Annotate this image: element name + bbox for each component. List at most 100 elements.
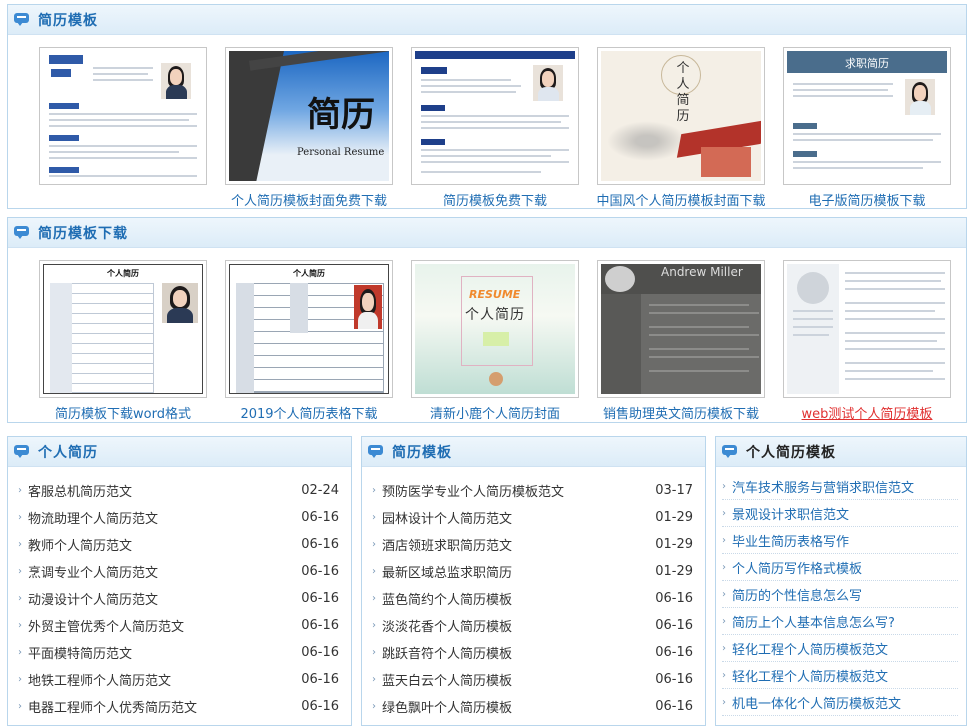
list-item[interactable]: › 轻化工程个人简历模板范文 — [722, 635, 958, 662]
template-thumbnail[interactable]: 简历 Personal Resume — [225, 47, 393, 185]
list-item[interactable]: › 简历的个性信息怎么写 — [722, 581, 958, 608]
template-caption[interactable]: 2019个人简历表格下载 — [216, 403, 402, 422]
list-item[interactable]: › 机电一体化个人简历模板范文 — [722, 689, 958, 716]
list-item[interactable]: › 教师个人简历范文 06-16 — [18, 531, 351, 558]
cover-badge: RESUME — [469, 288, 521, 301]
section-title: 简历模板下载 — [38, 225, 128, 242]
list-item[interactable]: › 毕业生简历表格写作 — [722, 527, 958, 554]
chevron-right-icon: › — [18, 647, 22, 658]
list-panel-personal-resume: 个人简历 › 客服总机简历范文 02-24 › 物流助理个人简历范文 06-16 › 教师… — [7, 436, 352, 726]
list-item[interactable]: › 蓝天白云个人简历模板 06-16 — [372, 666, 705, 693]
chevron-right-icon: › — [18, 674, 22, 685]
template-thumbnail[interactable] — [411, 47, 579, 185]
chevron-right-icon: › — [372, 512, 376, 523]
template-card[interactable]: 个人简历 2019个人简历表格下载 — [216, 260, 402, 422]
list-item[interactable]: › 个人简历写作格式模板 — [722, 554, 958, 581]
chevron-right-icon: › — [722, 480, 726, 492]
chevron-right-icon: › — [372, 701, 376, 712]
list-item[interactable]: › 简历上个人基本信息怎么写? — [722, 608, 958, 635]
template-caption[interactable]: 简历模板免费下载 — [402, 190, 588, 209]
template-card[interactable] — [30, 47, 216, 209]
list-item[interactable]: › 平面模特简历范文 06-16 — [18, 639, 351, 666]
section-header: 个人简历模板 — [716, 437, 966, 467]
template-card[interactable]: RESUME 个人简历 清新小鹿个人简历封面 — [402, 260, 588, 422]
list-panel-resume-template-links: 个人简历模板 › 汽车技术服务与营销求职信范文 › 景观设计求职信范文 › 毕业生简历… — [715, 436, 967, 726]
template-card[interactable]: 简历模板免费下载 — [402, 47, 588, 209]
doc-title: 个人简历 — [293, 269, 325, 278]
chevron-right-icon: › — [722, 507, 726, 519]
list-item[interactable]: › 跳跃音符个人简历模板 06-16 — [372, 639, 705, 666]
template-thumbnail[interactable]: 求职简历 — [783, 47, 951, 185]
template-thumbnail[interactable]: 个人简历 — [225, 260, 393, 398]
template-caption[interactable]: 中国风个人简历模板封面下载 — [588, 190, 774, 209]
chevron-right-icon: › — [372, 674, 376, 685]
template-caption[interactable]: 个人简历模板封面免费下载 — [216, 190, 402, 209]
list-item[interactable]: › 最新区域总监求职简历 01-29 — [372, 558, 705, 585]
section-header: 简历模板 — [362, 437, 705, 467]
template-card[interactable]: 简历 Personal Resume 个人简历模板封面免费下载 — [216, 47, 402, 209]
list-item[interactable]: › 预防医学专业个人简历模板范文 03-17 — [372, 477, 705, 504]
list-item[interactable]: › 绿色飘叶个人简历模板 06-16 — [372, 693, 705, 720]
template-card[interactable]: 个人简历 中国风个人简历模板封面下载 — [588, 47, 774, 209]
chevron-right-icon: › — [18, 485, 22, 496]
chevron-right-icon: › — [18, 701, 22, 712]
section-title: 个人简历模板 — [746, 444, 836, 461]
list-panel-resume-templates: 简历模板 › 预防医学专业个人简历模板范文 03-17 › 园林设计个人简历范文 01-… — [361, 436, 706, 726]
chevron-right-icon: › — [372, 566, 376, 577]
template-card[interactable]: 个人简历 简历模板下载word格式 — [30, 260, 216, 422]
chevron-right-icon: › — [722, 669, 726, 681]
chat-bubble-icon — [14, 445, 30, 458]
chevron-right-icon: › — [722, 561, 726, 573]
template-caption[interactable]: 清新小鹿个人简历封面 — [402, 403, 588, 422]
template-thumbnail[interactable] — [39, 47, 207, 185]
template-card[interactable]: 求职简历 电子版简历模板下载 — [774, 47, 960, 209]
list-item[interactable]: › 汽车技术服务与营销求职信范文 — [722, 473, 958, 500]
list-item[interactable]: › 轻化工程个人简历模板范文 — [722, 662, 958, 689]
chevron-right-icon: › — [18, 566, 22, 577]
article-list: › 汽车技术服务与营销求职信范文 › 景观设计求职信范文 › 毕业生简历表格写作 › 个… — [716, 467, 966, 716]
chevron-right-icon: › — [722, 696, 726, 708]
doc-title: 个人简历 — [107, 269, 139, 278]
chevron-right-icon: › — [372, 647, 376, 658]
chevron-right-icon: › — [18, 512, 22, 523]
template-caption[interactable]: web测试个人简历模板 — [774, 403, 960, 422]
chevron-right-icon: › — [372, 539, 376, 550]
list-item[interactable]: › 动漫设计个人简历范文 06-16 — [18, 585, 351, 612]
section-title: 个人简历 — [38, 444, 98, 461]
cover-title: 个人简历 — [676, 61, 690, 124]
cover-name: Andrew Miller — [661, 265, 743, 279]
chevron-right-icon: › — [722, 588, 726, 600]
template-card[interactable]: Andrew Miller 销售助理英文简历模板下载 — [588, 260, 774, 422]
chevron-right-icon: › — [722, 642, 726, 654]
list-item[interactable]: › 淡淡花香个人简历模板 06-16 — [372, 612, 705, 639]
list-item[interactable]: › 酒店领班求职简历范文 01-29 — [372, 531, 705, 558]
section-header: 简历模板 — [8, 5, 966, 35]
template-card[interactable]: web测试个人简历模板 — [774, 260, 960, 422]
section-header: 简历模板下载 — [8, 218, 966, 248]
list-item[interactable]: › 烹调专业个人简历范文 06-16 — [18, 558, 351, 585]
article-list: › 预防医学专业个人简历模板范文 03-17 › 园林设计个人简历范文 01-29 › 酒… — [362, 467, 705, 720]
list-item[interactable]: › 外贸主管优秀个人简历范文 06-16 — [18, 612, 351, 639]
section-header: 个人简历 — [8, 437, 351, 467]
list-item[interactable]: › 地铁工程师个人简历范文 06-16 — [18, 666, 351, 693]
cover-title: 简历 — [307, 95, 375, 135]
list-item[interactable]: › 客服总机简历范文 02-24 — [18, 477, 351, 504]
template-caption[interactable]: 简历模板下载word格式 — [30, 403, 216, 422]
template-thumbnail[interactable]: RESUME 个人简历 — [411, 260, 579, 398]
list-item[interactable]: › 物流助理个人简历范文 06-16 — [18, 504, 351, 531]
template-thumbnail[interactable]: 个人简历 — [597, 47, 765, 185]
chevron-right-icon: › — [722, 615, 726, 627]
template-caption[interactable]: 销售助理英文简历模板下载 — [588, 403, 774, 422]
chevron-right-icon: › — [18, 620, 22, 631]
template-thumbnail[interactable] — [783, 260, 951, 398]
article-list: › 客服总机简历范文 02-24 › 物流助理个人简历范文 06-16 › 教师个人简历范… — [8, 467, 351, 720]
chat-bubble-icon — [14, 226, 30, 239]
list-item[interactable]: › 园林设计个人简历范文 01-29 — [372, 504, 705, 531]
template-thumbnail[interactable]: Andrew Miller — [597, 260, 765, 398]
list-item[interactable]: › 景观设计求职信范文 — [722, 500, 958, 527]
cover-title: 个人简历 — [465, 307, 525, 323]
list-item[interactable]: › 蓝色简约个人简历模板 06-16 — [372, 585, 705, 612]
template-caption[interactable]: 电子版简历模板下载 — [774, 190, 960, 209]
list-item[interactable]: › 电器工程师个人优秀简历范文 06-16 — [18, 693, 351, 720]
template-thumbnail[interactable]: 个人简历 — [39, 260, 207, 398]
